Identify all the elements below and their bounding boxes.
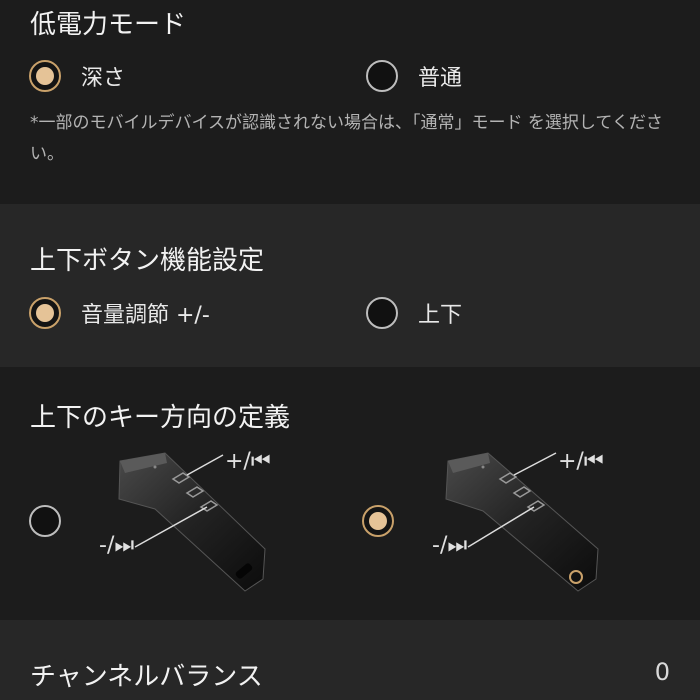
updown-option-volume[interactable]: 音量調節 +/- bbox=[29, 297, 210, 329]
key-direction-option-2[interactable] bbox=[362, 505, 394, 537]
minus-label: -/⏭ bbox=[432, 533, 467, 558]
device-illustration-1: +/⏮ -/⏭ bbox=[99, 449, 271, 592]
low-power-mode-section: 低電力モード 深さ 普通 *一部のモバイルデバイスが認識されない場合は、「通常」… bbox=[0, 0, 700, 204]
plus-pointer-line bbox=[186, 454, 224, 476]
minus-label: -/⏭ bbox=[99, 533, 134, 558]
device-illustration-2: +/⏮ -/⏭ bbox=[432, 449, 604, 592]
updown-button-title: 上下ボタン機能設定 bbox=[30, 246, 265, 276]
plus-label: +/⏮ bbox=[225, 449, 271, 474]
updown-option-updown[interactable]: 上下 bbox=[366, 297, 462, 329]
key-direction-section: 上下のキー方向の定義 +/⏮ -/⏭ +/⏮ -/⏭ bbox=[0, 367, 700, 620]
radio-button[interactable] bbox=[366, 297, 398, 329]
updown-button-section: 上下ボタン機能設定 音量調節 +/- 上下 bbox=[0, 204, 700, 367]
radio-button[interactable] bbox=[362, 505, 394, 537]
plus-label: +/⏮ bbox=[558, 449, 604, 474]
low-power-option-normal[interactable]: 普通 bbox=[366, 60, 462, 92]
radio-button[interactable] bbox=[29, 505, 61, 537]
key-direction-title: 上下のキー方向の定義 bbox=[30, 403, 291, 433]
low-power-option-deep[interactable]: 深さ bbox=[29, 60, 125, 92]
led-dot bbox=[153, 465, 157, 469]
option-label: 普通 bbox=[418, 66, 463, 91]
radio-button[interactable] bbox=[29, 297, 61, 329]
channel-balance-section: チャンネルバランス 0 bbox=[0, 620, 700, 700]
radio-button[interactable] bbox=[29, 60, 61, 92]
key-direction-option-1[interactable] bbox=[29, 505, 61, 537]
headphone-jack-icon bbox=[569, 570, 583, 584]
channel-balance-value: 0 bbox=[654, 658, 670, 686]
radio-button[interactable] bbox=[366, 60, 398, 92]
option-label: 深さ bbox=[81, 66, 126, 91]
low-power-mode-title: 低電力モード bbox=[30, 10, 187, 40]
option-label: 音量調節 +/- bbox=[81, 303, 210, 328]
led-dot bbox=[481, 465, 485, 469]
channel-balance-title: チャンネルバランス bbox=[30, 662, 263, 692]
plus-pointer-line bbox=[513, 452, 557, 476]
low-power-note: *一部のモバイルデバイスが認識されない場合は、「通常」モード を選択してください… bbox=[30, 113, 663, 164]
option-label: 上下 bbox=[418, 303, 463, 328]
